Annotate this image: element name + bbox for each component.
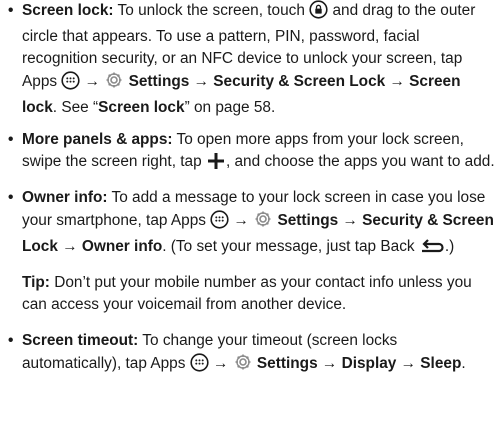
security-screen-lock-label: Security & Screen Lock [213, 73, 386, 90]
settings-label: Settings [277, 212, 339, 229]
tip-paragraph: Tip: Don’t put your mobile number as you… [6, 272, 498, 316]
back-icon [419, 239, 445, 262]
term-screen-lock: Screen lock: [22, 2, 114, 19]
list-item-screen-timeout: • Screen timeout: To change your timeout… [6, 330, 498, 379]
sleep-label: Sleep [420, 355, 462, 372]
arrow-separator: → [317, 355, 342, 372]
manual-page: • Screen lock: To unlock the screen, tou… [0, 0, 498, 379]
text: . (To set your message, just tap Back [162, 238, 419, 255]
screen-lock-reference: Screen lock [98, 99, 185, 116]
display-label: Display [341, 355, 397, 372]
settings-label: Settings [256, 355, 318, 372]
settings-gear-icon [104, 70, 124, 97]
owner-info-label: Owner info [81, 238, 163, 255]
bullet: • [8, 2, 14, 19]
arrow-separator: → [385, 73, 410, 90]
text: . [461, 355, 466, 372]
tip-label: Tip: [22, 274, 50, 291]
arrow-separator: → [189, 73, 214, 90]
bullet: • [8, 332, 14, 349]
plus-icon [206, 152, 226, 177]
arrow-separator: → [57, 238, 82, 255]
text: ” on page 58. [184, 99, 276, 116]
term-more-panels: More panels & apps: [22, 131, 173, 148]
text: To unlock the screen, touch [113, 2, 310, 19]
text: , and choose the apps you want to add. [225, 153, 495, 170]
apps-icon [190, 353, 209, 379]
arrow-separator: → [338, 212, 363, 229]
list-item-screen-lock: • Screen lock: To unlock the screen, tou… [6, 0, 498, 119]
text: . See “ [52, 99, 99, 116]
arrow-separator: → [80, 73, 105, 90]
list-item-owner-info: • Owner info: To add a message to your l… [6, 187, 498, 262]
apps-icon [61, 71, 80, 97]
bullet: • [8, 189, 14, 206]
text: .) [444, 238, 455, 255]
term-owner-info: Owner info: [22, 189, 108, 206]
arrow-separator: → [229, 212, 254, 229]
settings-gear-icon [253, 209, 273, 236]
settings-gear-icon [233, 352, 253, 379]
lock-icon [309, 0, 328, 26]
apps-icon [210, 210, 229, 236]
arrow-separator: → [208, 355, 233, 372]
tip-text: Don’t put your mobile number as your con… [22, 274, 472, 313]
bullet: • [8, 131, 14, 148]
settings-label: Settings [128, 73, 190, 90]
list-item-more-panels: • More panels & apps: To open more apps … [6, 129, 498, 177]
term-screen-timeout: Screen timeout: [22, 332, 139, 349]
arrow-separator: → [396, 355, 421, 372]
